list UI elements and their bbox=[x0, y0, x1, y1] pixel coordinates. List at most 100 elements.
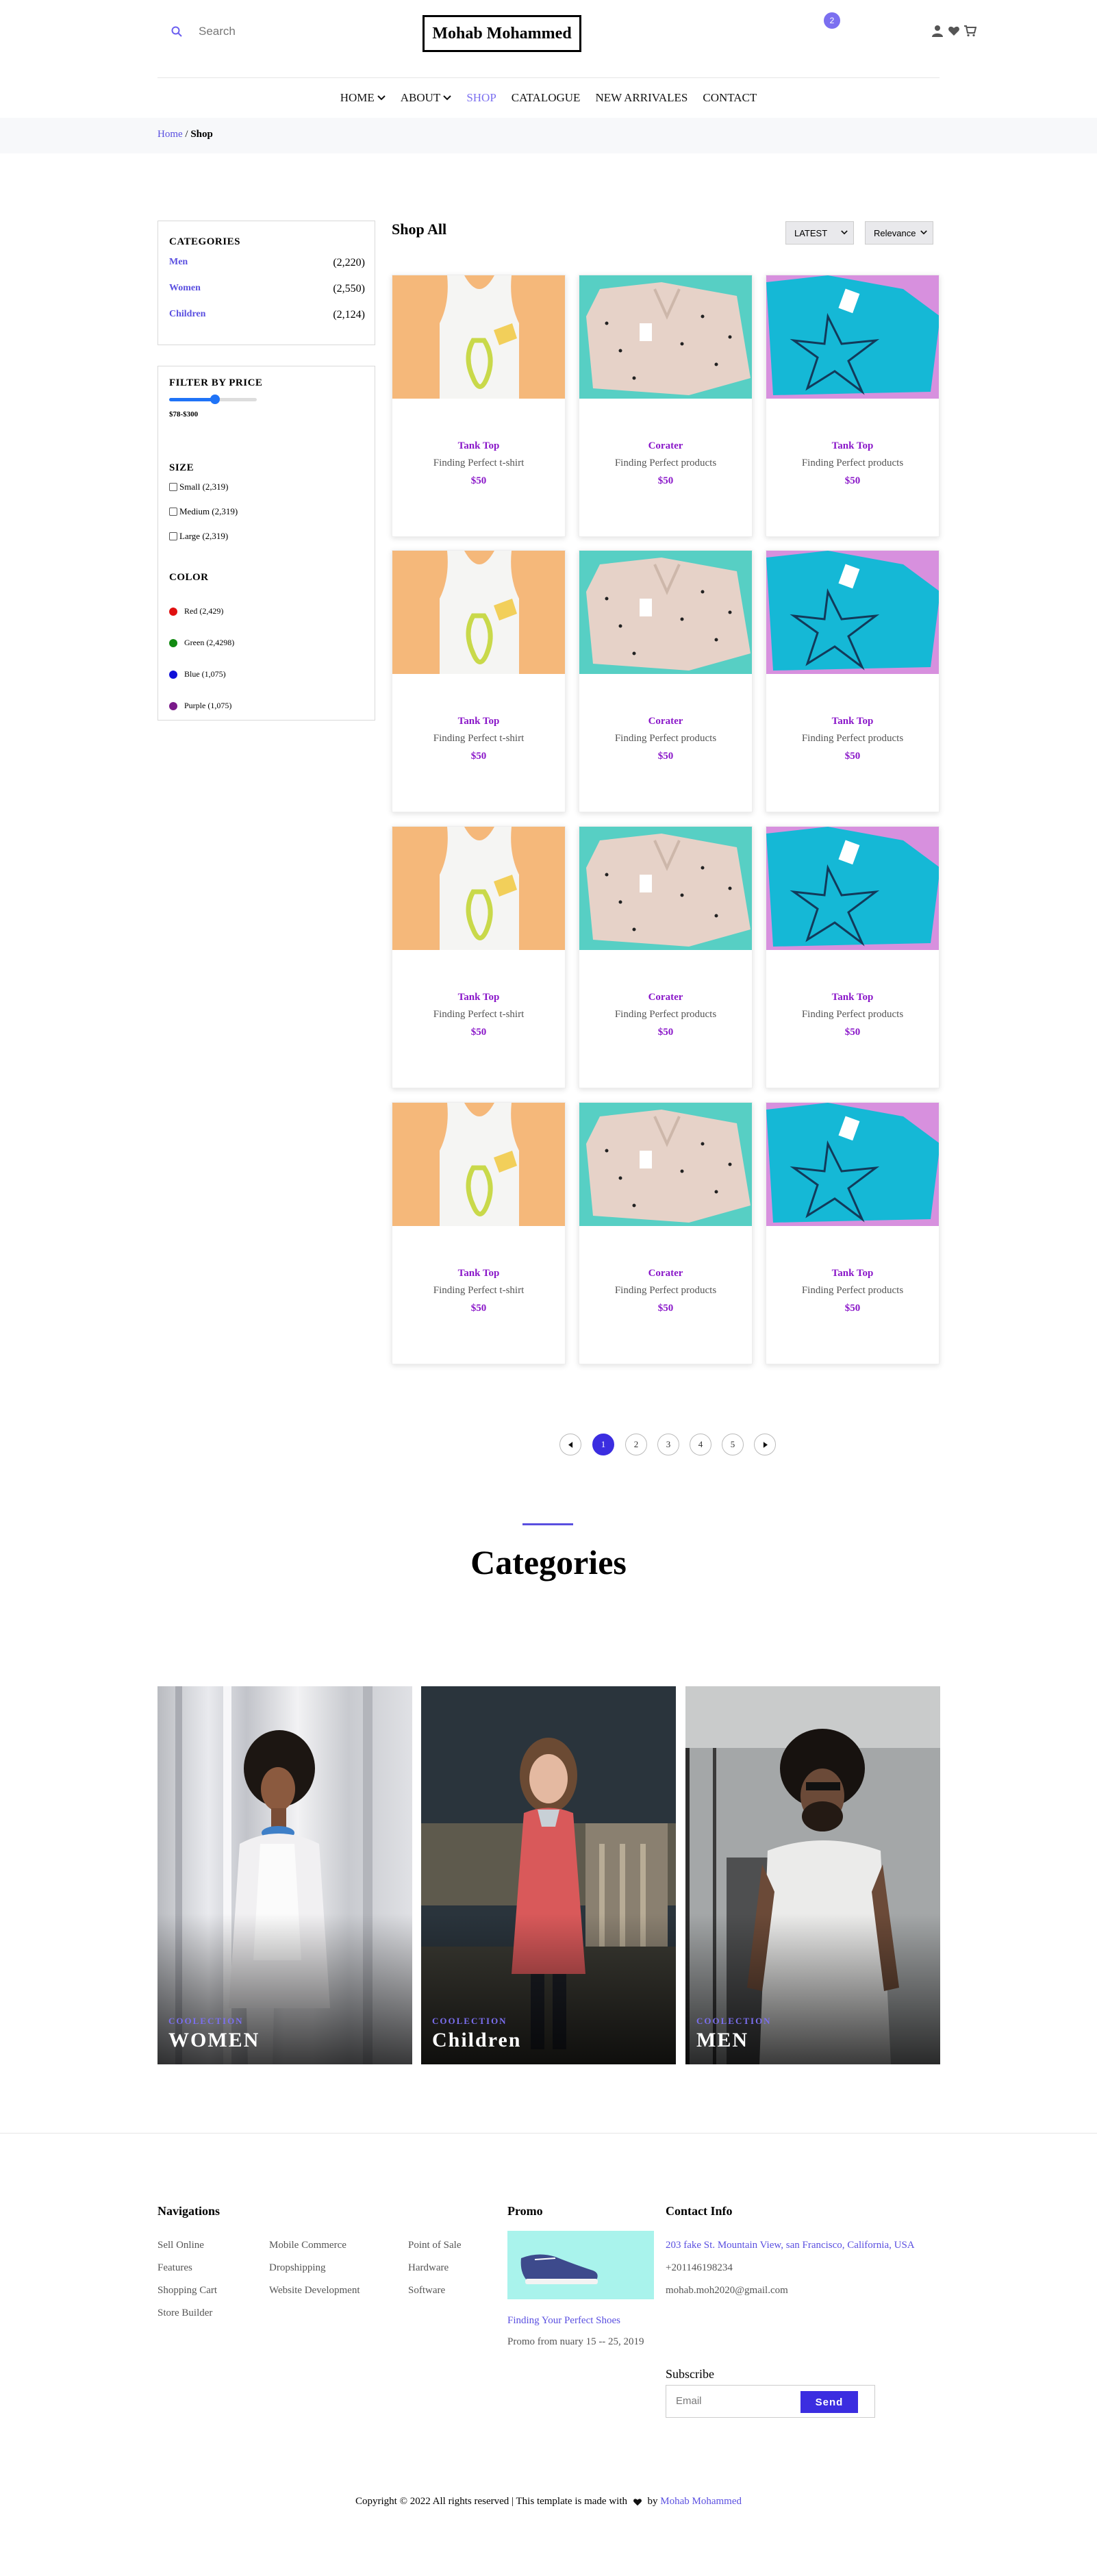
product-card[interactable]: Tank Top Finding Perfect t-shirt $50 bbox=[392, 1102, 566, 1364]
footer-link[interactable]: Shopping Cart bbox=[157, 2285, 217, 2297]
contact-phone[interactable]: +201146198234 bbox=[666, 2262, 733, 2274]
product-name[interactable]: Corater bbox=[579, 716, 752, 727]
nav-home[interactable]: HOME bbox=[340, 88, 386, 108]
product-image[interactable] bbox=[579, 1103, 752, 1226]
cart-icon[interactable] bbox=[964, 25, 976, 37]
pagination-page-1[interactable]: 1 bbox=[592, 1434, 614, 1455]
nav-new-arrivals[interactable]: NEW ARRIVALES bbox=[595, 88, 688, 108]
product-name[interactable]: Tank Top bbox=[766, 992, 939, 1003]
size-checkbox[interactable] bbox=[169, 508, 177, 516]
product-image[interactable] bbox=[392, 275, 565, 399]
size-label: Medium (2,319) bbox=[179, 506, 238, 516]
user-icon[interactable] bbox=[931, 25, 944, 37]
copyright-author-link[interactable]: Mohab Mohammed bbox=[660, 2496, 742, 2507]
category-card-men[interactable]: COOLECTION MEN bbox=[685, 1686, 940, 2064]
sort-relevance-label: Relevance bbox=[874, 227, 916, 238]
product-card[interactable]: Tank Top Finding Perfect products $50 bbox=[766, 826, 940, 1088]
footer-link[interactable]: Features bbox=[157, 2262, 192, 2274]
footer-link[interactable]: Hardware bbox=[408, 2262, 449, 2274]
product-card[interactable]: Tank Top Finding Perfect t-shirt $50 bbox=[392, 275, 566, 537]
category-count: (2,220) bbox=[333, 257, 365, 268]
sort-relevance-select[interactable]: Relevance bbox=[865, 221, 933, 245]
product-image[interactable] bbox=[766, 827, 939, 950]
subscribe-email-input[interactable]: Email bbox=[676, 2395, 702, 2407]
product-name[interactable]: Tank Top bbox=[392, 440, 565, 452]
footer-link[interactable]: Dropshipping bbox=[269, 2262, 326, 2274]
contact-address[interactable]: 203 fake St. Mountain View, san Francisc… bbox=[666, 2240, 940, 2251]
category-children[interactable]: Children (2,124) bbox=[169, 309, 365, 321]
category-men[interactable]: Men (2,220) bbox=[169, 257, 365, 268]
subscribe-send-button[interactable]: Send bbox=[800, 2391, 858, 2413]
breadcrumb-home-link[interactable]: Home bbox=[157, 129, 183, 140]
color-green-option[interactable]: Green (2,4298) bbox=[169, 638, 234, 648]
color-blue-option[interactable]: Blue (1,075) bbox=[169, 669, 226, 679]
product-card[interactable]: Corater Finding Perfect products $50 bbox=[579, 275, 753, 537]
product-name[interactable]: Tank Top bbox=[766, 1268, 939, 1279]
product-card[interactable]: Tank Top Finding Perfect t-shirt $50 bbox=[392, 550, 566, 812]
product-name[interactable]: Corater bbox=[579, 440, 752, 452]
search-icon[interactable] bbox=[171, 26, 182, 37]
product-name[interactable]: Tank Top bbox=[392, 1268, 565, 1279]
product-image[interactable] bbox=[579, 551, 752, 674]
product-card[interactable]: Tank Top Finding Perfect t-shirt $50 bbox=[392, 826, 566, 1088]
pagination-page-3[interactable]: 3 bbox=[657, 1434, 679, 1455]
heart-icon[interactable] bbox=[948, 25, 960, 37]
pagination-page-5[interactable]: 5 bbox=[722, 1434, 744, 1455]
nav-catalogue[interactable]: CATALOGUE bbox=[512, 88, 581, 108]
footer-link[interactable]: Store Builder bbox=[157, 2308, 212, 2319]
product-name[interactable]: Tank Top bbox=[392, 992, 565, 1003]
product-image[interactable] bbox=[392, 1103, 565, 1226]
promo-link[interactable]: Finding Your Perfect Shoes bbox=[507, 2315, 620, 2327]
product-name[interactable]: Tank Top bbox=[392, 716, 565, 727]
category-women[interactable]: Women (2,550) bbox=[169, 283, 365, 295]
breadcrumb-bar: Home / Shop bbox=[0, 118, 1097, 153]
product-card[interactable]: Corater Finding Perfect products $50 bbox=[579, 1102, 753, 1364]
size-checkbox[interactable] bbox=[169, 483, 177, 491]
nav-contact[interactable]: CONTACT bbox=[703, 88, 757, 108]
size-medium-option[interactable]: Medium (2,319) bbox=[169, 506, 238, 517]
sort-latest-select[interactable]: LATEST bbox=[785, 221, 854, 245]
site-logo[interactable]: Mohab Mohammed bbox=[423, 15, 581, 52]
footer-link[interactable]: Point of Sale bbox=[408, 2240, 462, 2251]
footer-link[interactable]: Sell Online bbox=[157, 2240, 204, 2251]
color-swatch-blue bbox=[169, 670, 177, 679]
product-image[interactable] bbox=[766, 1103, 939, 1226]
nav-about[interactable]: ABOUT bbox=[401, 88, 452, 108]
product-image[interactable] bbox=[766, 551, 939, 674]
size-small-option[interactable]: Small (2,319) bbox=[169, 482, 229, 492]
product-price: $50 bbox=[657, 751, 674, 762]
pagination-page-2[interactable]: 2 bbox=[625, 1434, 647, 1455]
search-input[interactable]: Search bbox=[199, 25, 236, 38]
color-purple-option[interactable]: Purple (1,075) bbox=[169, 701, 231, 711]
price-slider-handle[interactable] bbox=[210, 395, 220, 404]
product-image[interactable] bbox=[392, 827, 565, 950]
promo-image[interactable] bbox=[507, 2231, 654, 2299]
category-card-children[interactable]: COOLECTION Children bbox=[421, 1686, 676, 2064]
product-name[interactable]: Tank Top bbox=[766, 440, 939, 452]
product-image[interactable] bbox=[392, 551, 565, 674]
price-slider[interactable] bbox=[169, 395, 257, 404]
product-card[interactable]: Tank Top Finding Perfect products $50 bbox=[766, 1102, 940, 1364]
product-name[interactable]: Corater bbox=[579, 992, 752, 1003]
product-image[interactable] bbox=[579, 275, 752, 399]
product-image[interactable] bbox=[579, 827, 752, 950]
size-checkbox[interactable] bbox=[169, 532, 177, 540]
nav-shop[interactable]: SHOP bbox=[466, 88, 496, 108]
product-image[interactable] bbox=[766, 275, 939, 399]
product-card[interactable]: Tank Top Finding Perfect products $50 bbox=[766, 550, 940, 812]
color-red-option[interactable]: Red (2,429) bbox=[169, 606, 223, 616]
footer-link[interactable]: Mobile Commerce bbox=[269, 2240, 346, 2251]
pagination-page-4[interactable]: 4 bbox=[690, 1434, 711, 1455]
footer-link[interactable]: Website Development bbox=[269, 2285, 360, 2297]
product-card[interactable]: Corater Finding Perfect products $50 bbox=[579, 550, 753, 812]
product-card[interactable]: Tank Top Finding Perfect products $50 bbox=[766, 275, 940, 537]
product-name[interactable]: Corater bbox=[579, 1268, 752, 1279]
category-card-women[interactable]: COOLECTION WOMEN bbox=[157, 1686, 412, 2064]
size-large-option[interactable]: Large (2,319) bbox=[169, 531, 228, 542]
contact-email[interactable]: mohab.moh2020@gmail.com bbox=[666, 2285, 788, 2297]
pagination-prev-button[interactable] bbox=[559, 1434, 581, 1455]
pagination-next-button[interactable] bbox=[754, 1434, 776, 1455]
product-card[interactable]: Corater Finding Perfect products $50 bbox=[579, 826, 753, 1088]
footer-link[interactable]: Software bbox=[408, 2285, 445, 2297]
product-name[interactable]: Tank Top bbox=[766, 716, 939, 727]
